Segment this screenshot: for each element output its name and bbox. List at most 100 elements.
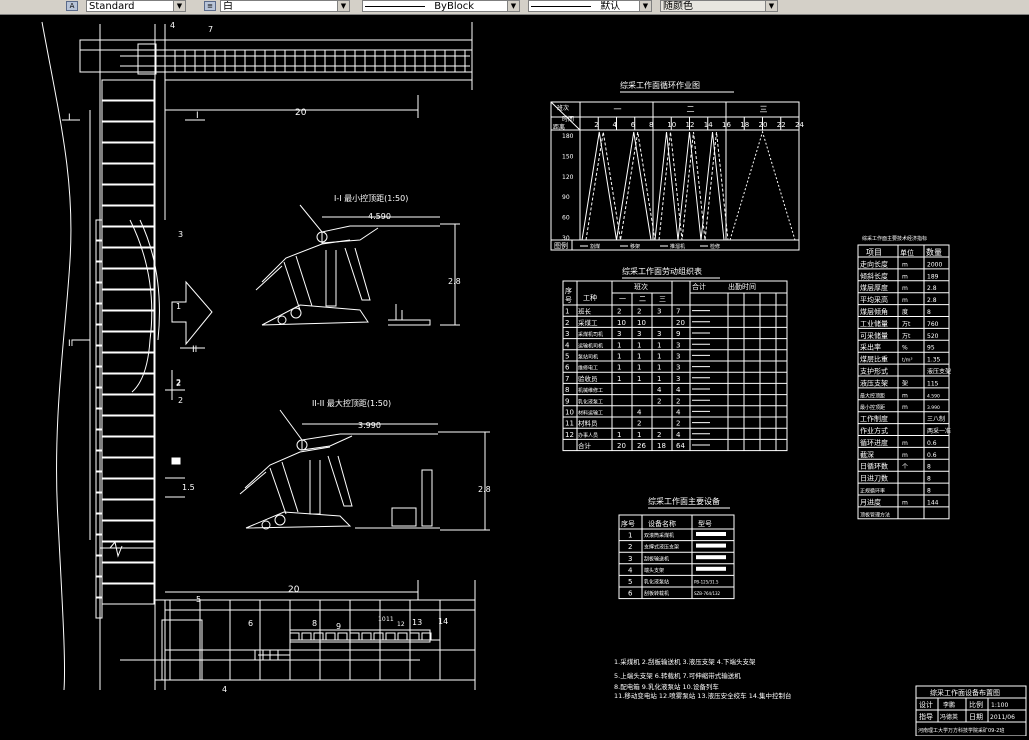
params-row-item: 截深: [860, 450, 874, 459]
cycle-chart-grid: 一二三2 4 6 8 10 12 14 16 18 20 22 24180150120906030割煤…: [562, 102, 804, 250]
params-row-item: 最小控顶距: [860, 404, 885, 411]
conveyor-ticks: [164, 50, 466, 72]
params-row-item: 顶板管理方法: [860, 511, 890, 518]
labor-row-shift2: 2: [637, 420, 641, 428]
chevron-down-icon[interactable]: ▼: [639, 1, 651, 11]
shift-label: 二: [687, 105, 695, 114]
labor-header-type: 工种: [583, 293, 597, 302]
cycle-series-shift1: [581, 131, 652, 241]
labor-row-total: 3: [676, 364, 680, 372]
legend-note-1: 1.采煤机 2.刮板输送机 3.液压支架 4.下端头支架: [614, 657, 756, 666]
params-row-unit: m: [902, 404, 908, 411]
params-row-qty: 2.8: [927, 285, 937, 292]
params-header-unit: 单位: [900, 248, 914, 257]
support-unit: [101, 436, 155, 458]
section-II-left: II: [68, 339, 73, 349]
labor-row-type: 办事人员: [578, 432, 598, 439]
chevron-down-icon[interactable]: ▼: [173, 1, 185, 11]
params-table-grid: 项目 单位 数量走向长度 m 2000 倾斜长度 m 189 煤层厚度 m 2.8 平均采高 m 2.8 煤…: [857, 244, 951, 520]
lineweight-value: 默认: [600, 1, 621, 12]
params-row-qty: 0.6: [927, 440, 937, 447]
labor-header-no: 号: [565, 296, 572, 304]
equipment-row-no: 5: [628, 578, 632, 586]
support-unit: [101, 541, 155, 563]
cycle-series-shift2: [654, 131, 725, 241]
support-unit: [101, 499, 155, 521]
legend-item: 移架: [630, 243, 640, 250]
labor-row-no: 4: [565, 341, 570, 349]
labor-row-type: 班长: [578, 307, 592, 316]
text-style-select[interactable]: Standard ▼: [86, 0, 186, 12]
params-row-unit: 架: [902, 379, 908, 387]
equipment-row-name: 支撑式液压支架: [644, 544, 679, 551]
labor-table-grid: 序号 工种班次 合计 出勤时间一二三1 班长 2 2 3 72 采煤工 10 10 203 采煤机司机 3 3…: [562, 280, 788, 452]
drawing-canvas[interactable]: 20 20 I I II II 1 2 2 3 4 4 5 6 7 8 9 10…: [0, 14, 1029, 737]
labor-row-type: 泵站司机: [578, 354, 598, 361]
support-unit: [101, 142, 155, 164]
labor-row-total: 2: [676, 420, 680, 428]
equipment-car: [361, 632, 372, 641]
section-I-left: I: [68, 113, 71, 123]
layer-icon[interactable]: ≡: [204, 1, 216, 11]
params-row-item: 煤层厚度: [860, 283, 888, 292]
hour-tick: 14: [704, 121, 713, 129]
params-row-unit: m: [902, 297, 908, 304]
labor-shift-col: 二: [639, 295, 646, 303]
labor-row-shift1: 20: [617, 442, 626, 450]
support-unit: [101, 163, 155, 185]
support-base: [95, 450, 103, 472]
callout-2b: 2: [178, 396, 183, 405]
labor-row-total: 64: [676, 442, 685, 450]
support-base: [95, 555, 103, 577]
equipment-row-name: 双滚筒采煤机: [644, 532, 674, 539]
labor-row-no: 12: [565, 431, 574, 439]
labor-row-shift1: 1: [617, 353, 621, 361]
equipment-row-no: 2: [628, 543, 632, 551]
params-row-item: 最大控顶距: [860, 392, 885, 399]
chevron-down-icon[interactable]: ▼: [507, 1, 519, 11]
support-base: [95, 387, 103, 409]
plot-style-value: 随颜色: [663, 1, 693, 12]
labor-row-shift3: 18: [657, 442, 666, 450]
callout-5: 5: [196, 595, 201, 604]
labor-row-shift3: 2: [657, 431, 661, 439]
params-row-qty: 两采一准: [927, 427, 951, 435]
labor-row-shift3: 3: [657, 308, 661, 316]
dim-top-20-text: 20: [295, 108, 307, 118]
callout-12: 12: [397, 621, 405, 628]
labor-row-shift2: 1: [637, 364, 641, 372]
callout-11: 11: [386, 616, 394, 623]
chevron-down-icon[interactable]: ▼: [765, 1, 777, 11]
section-II-II-height: 2.8: [478, 485, 491, 494]
text-style-icon[interactable]: A: [66, 1, 78, 11]
linetype-select[interactable]: ByBlock ▼: [362, 0, 520, 12]
params-row-item: 可采储量: [860, 331, 888, 340]
corner-distance: 距离: [553, 123, 565, 131]
equipment-header-no: 序号: [621, 519, 635, 528]
labor-row-shift1: 10: [617, 319, 626, 327]
title-block-guide-label: 指导: [919, 712, 933, 721]
labor-row-no: 2: [565, 319, 569, 327]
labor-row-no: 10: [565, 409, 574, 417]
support-unit: [101, 394, 155, 416]
plot-style-select[interactable]: 随颜色 ▼: [660, 0, 778, 12]
labor-row-shift2: 26: [637, 442, 646, 450]
legend-note-3: 8.配电箱 9.乳化液泵站 10.设备列车: [614, 682, 719, 691]
lineweight-select[interactable]: 默认 ▼: [528, 0, 652, 12]
support-unit: [101, 79, 155, 101]
section-I-I-height: 2.8: [448, 277, 461, 286]
labor-header-time: 出勤时间: [728, 282, 756, 291]
chevron-down-icon[interactable]: ▼: [337, 1, 349, 11]
support-base: [95, 576, 103, 598]
params-row-qty: 8: [927, 309, 931, 316]
layer-select[interactable]: 白 ▼: [220, 0, 350, 12]
labor-table-title: 综采工作面劳动组织表: [622, 266, 702, 276]
equipment-car: [337, 632, 348, 641]
dim-2: 2: [176, 379, 181, 388]
section-II-II-width: 3.990: [358, 421, 381, 430]
labor-row-total: 7: [676, 308, 680, 316]
legend-item: 割煤: [590, 243, 600, 250]
legend-item: 检修: [710, 243, 720, 250]
labor-row-no: 8: [565, 386, 569, 394]
params-header-qty: 数量: [926, 247, 942, 257]
